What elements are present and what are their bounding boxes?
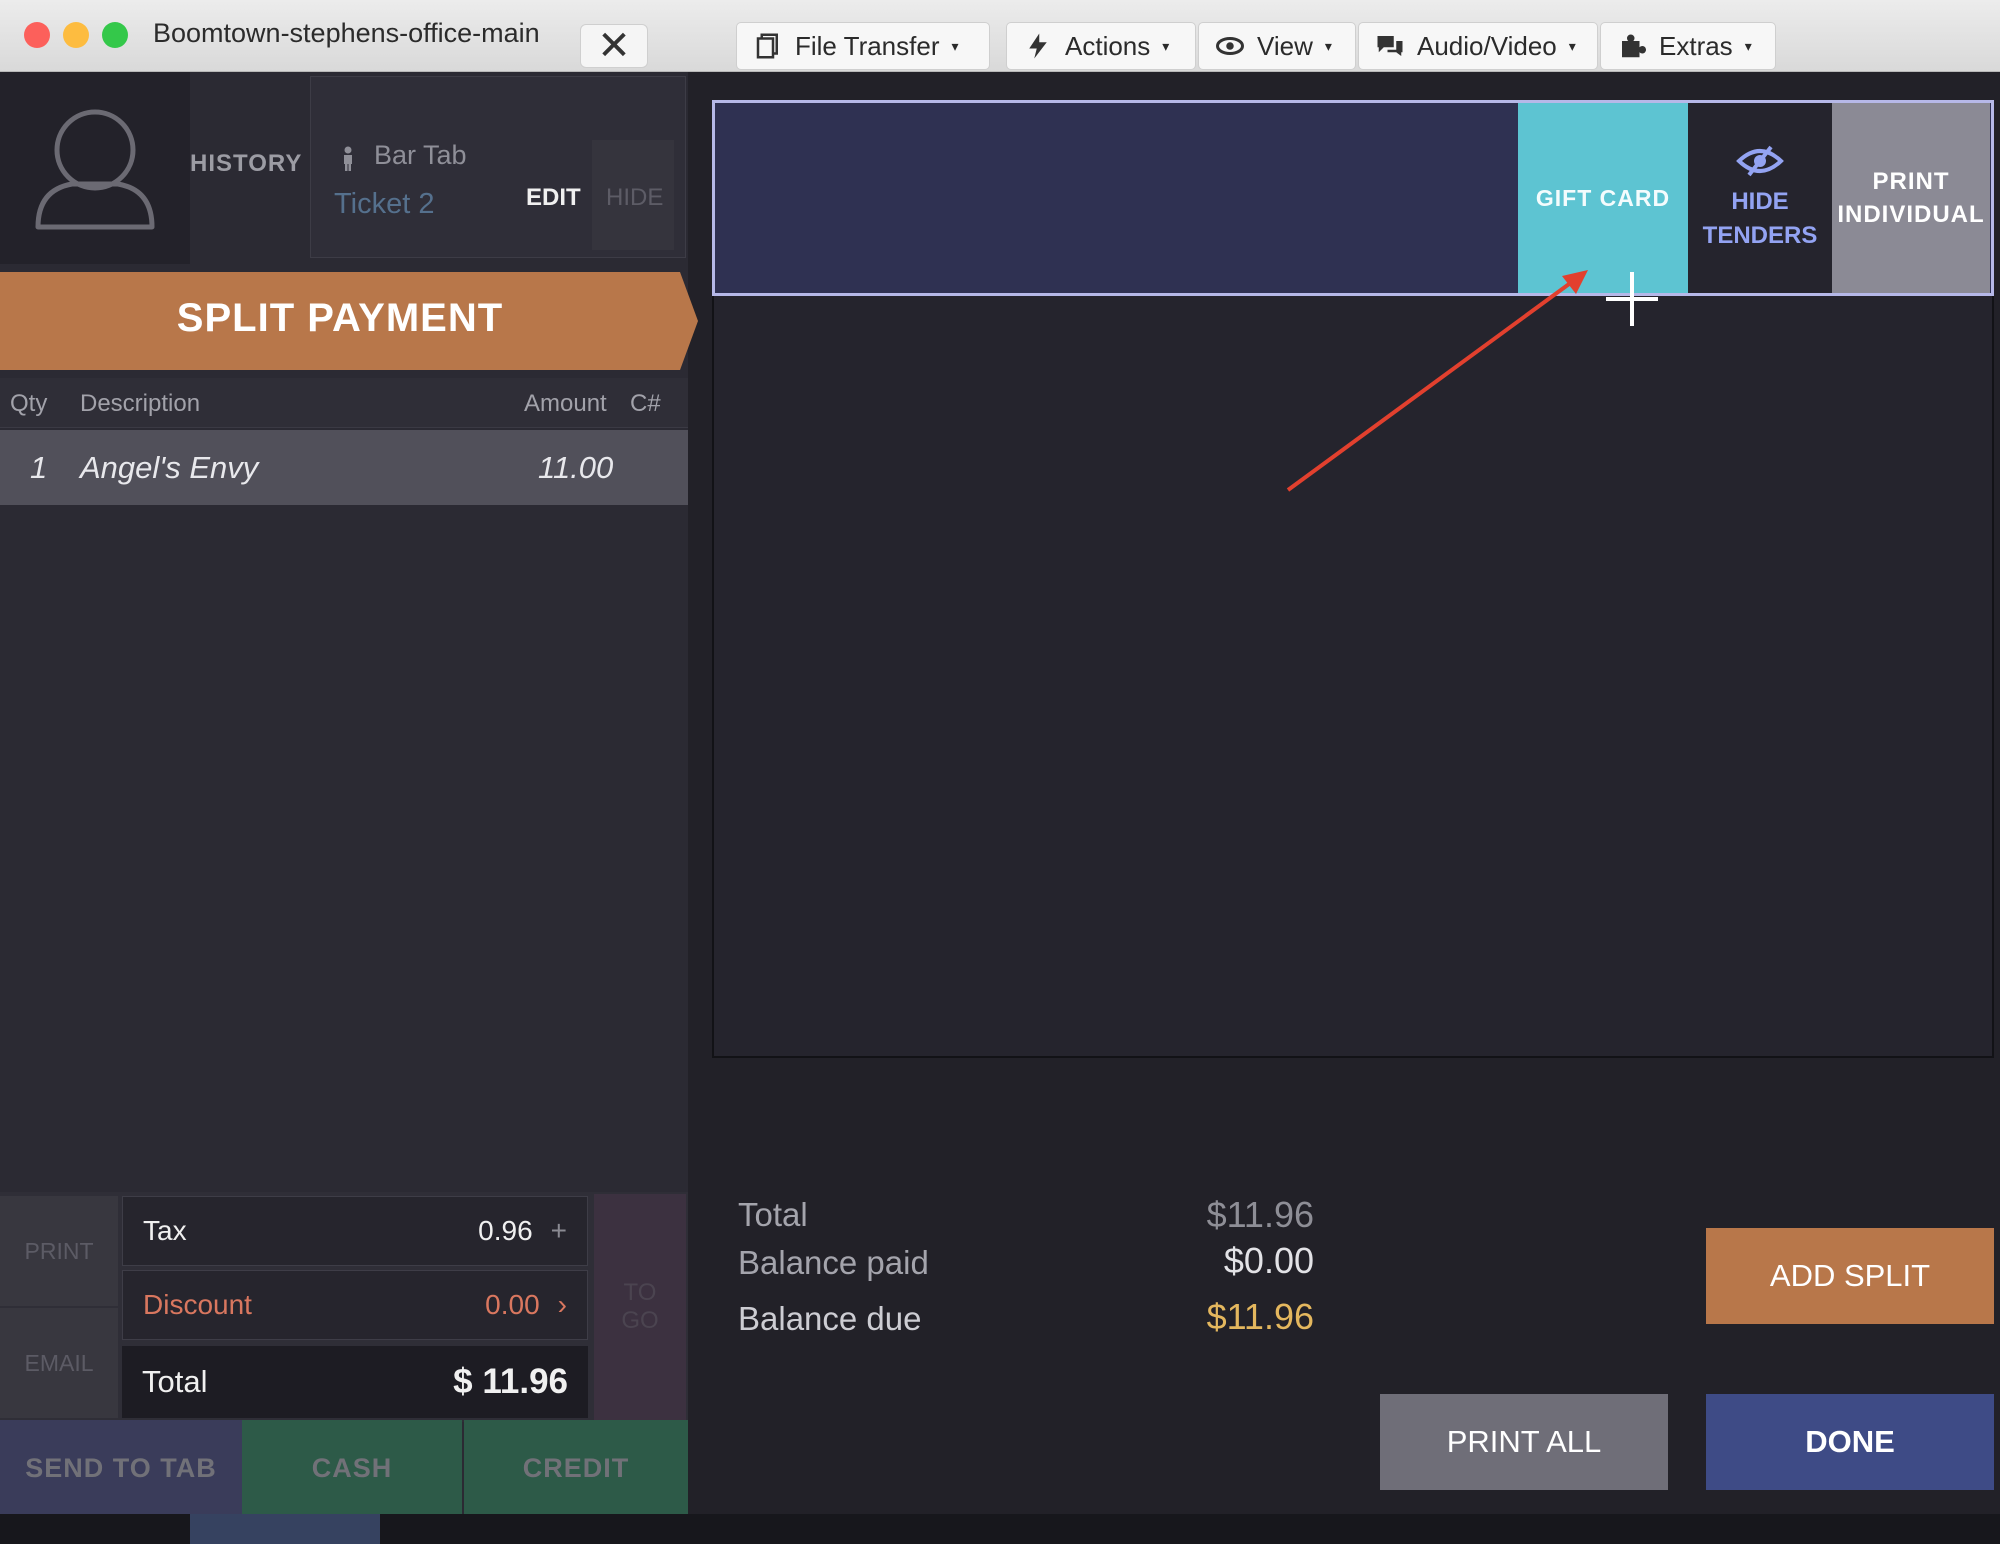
actions-label: Actions: [1065, 30, 1151, 61]
to-go-label-1: TO: [623, 1279, 657, 1306]
send-to-tab-label: SEND TO TAB: [25, 1452, 217, 1483]
view-menu[interactable]: View ▾: [1198, 22, 1356, 70]
edit-button[interactable]: EDIT: [526, 184, 581, 212]
minimize-window-button[interactable]: [63, 22, 89, 48]
chevron-right-icon[interactable]: ›: [558, 1289, 567, 1321]
actions-menu[interactable]: Actions ▾: [1006, 22, 1196, 70]
close-icon: ✕: [597, 24, 631, 68]
total-label: Total: [142, 1364, 208, 1399]
hide-tenders-label-1: HIDE: [1731, 188, 1789, 215]
print-receipt-button[interactable]: PRINT: [0, 1196, 118, 1306]
balance-paid-label: Balance paid: [738, 1244, 929, 1281]
caret-down-icon: ▾: [1568, 37, 1576, 54]
done-label: DONE: [1805, 1424, 1895, 1459]
file-transfer-label: File Transfer: [795, 30, 940, 61]
crosshair-cursor-icon: [1606, 272, 1658, 326]
item-amount: 11.00: [538, 450, 614, 485]
caret-down-icon: ▾: [1162, 37, 1170, 54]
done-button[interactable]: DONE: [1706, 1394, 1994, 1490]
email-receipt-button[interactable]: EMAIL: [0, 1308, 118, 1418]
view-label: View: [1257, 30, 1313, 61]
plus-icon[interactable]: +: [551, 1215, 567, 1247]
caret-down-icon: ▾: [951, 37, 959, 54]
split-payment-title: SPLIT PAYMENT: [176, 296, 504, 340]
add-split-button[interactable]: ADD SPLIT: [1706, 1228, 1994, 1324]
print-all-label: PRINT ALL: [1446, 1424, 1602, 1459]
credit-label: CREDIT: [522, 1452, 630, 1483]
add-split-label: ADD SPLIT: [1769, 1258, 1931, 1293]
total-row: Total $ 11.96: [122, 1346, 588, 1418]
discount-value: 0.00: [485, 1289, 540, 1320]
chat-bubbles-icon: [1377, 36, 1403, 56]
file-copy-icon: [756, 33, 778, 59]
course-header: C#: [630, 390, 661, 417]
eye-icon: [1216, 37, 1244, 55]
cash-label: CASH: [311, 1452, 393, 1483]
file-transfer-menu[interactable]: File Transfer ▾: [736, 22, 990, 70]
history-button[interactable]: HISTORY: [190, 150, 302, 178]
close-window-button[interactable]: [24, 22, 50, 48]
balance-due-value: $11.96: [1206, 1296, 1314, 1337]
lightning-icon: [1029, 33, 1047, 59]
send-to-tab-button[interactable]: SEND TO TAB: [0, 1420, 242, 1516]
balance-paid-value: $0.00: [1223, 1240, 1314, 1281]
window-title: Boomtown-stephens-office-main: [153, 18, 540, 48]
tax-label: Tax: [143, 1215, 187, 1246]
caret-down-icon: ▾: [1324, 37, 1332, 54]
extras-label: Extras: [1659, 30, 1733, 61]
discount-label: Discount: [143, 1289, 252, 1320]
credit-button[interactable]: CREDIT: [464, 1420, 688, 1516]
summary-total-value: $11.96: [1206, 1194, 1314, 1235]
qty-header: Qty: [10, 390, 48, 417]
item-description: Angel's Envy: [80, 450, 259, 485]
description-header: Description: [80, 390, 201, 417]
to-go-label-2: GO: [621, 1307, 659, 1334]
hide-label: HIDE: [606, 184, 664, 211]
balance-due-label: Balance due: [738, 1300, 922, 1337]
audio-video-menu[interactable]: Audio/Video ▾: [1358, 22, 1598, 70]
ticket-number: Ticket 2: [334, 188, 435, 220]
annotation-arrow: [1286, 270, 1588, 492]
email-label: EMAIL: [24, 1349, 94, 1376]
user-avatar-icon: [35, 109, 155, 230]
hide-tenders-label-2: TENDERS: [1702, 222, 1818, 249]
extras-menu[interactable]: Extras ▾: [1600, 22, 1776, 70]
total-value: $ 11.96: [453, 1362, 568, 1401]
eye-slash-icon: [1736, 145, 1784, 177]
print-individual-label-2: INDIVIDUAL: [1837, 201, 1985, 228]
status-bar: [0, 1514, 2000, 1544]
person-icon: [340, 146, 356, 177]
cash-button[interactable]: CASH: [242, 1420, 462, 1516]
tab-name: Bar Tab: [374, 140, 467, 170]
gift-card-label: GIFT CARD: [1535, 184, 1671, 211]
caret-down-icon: ▾: [1744, 37, 1752, 54]
item-qty: 1: [30, 450, 48, 485]
tax-row[interactable]: Tax 0.96 +: [122, 1196, 588, 1266]
print-all-button[interactable]: PRINT ALL: [1380, 1394, 1668, 1490]
zoom-window-button[interactable]: [102, 22, 128, 48]
amount-header: Amount: [524, 390, 607, 417]
disconnect-button[interactable]: ✕: [580, 24, 648, 68]
print-label: PRINT: [24, 1237, 94, 1264]
audio-video-label: Audio/Video: [1417, 30, 1557, 61]
customer-avatar-button[interactable]: [0, 72, 190, 264]
to-go-button[interactable]: TO GO: [594, 1194, 686, 1420]
puzzle-icon: [1622, 34, 1647, 58]
tax-value: 0.96: [478, 1215, 533, 1246]
print-individual-button[interactable]: PRINT INDIVIDUAL: [1832, 103, 1990, 293]
summary-total-label: Total: [738, 1196, 808, 1233]
discount-row[interactable]: Discount 0.00 ›: [122, 1270, 588, 1340]
hide-tenders-button[interactable]: HIDE TENDERS: [1688, 103, 1832, 293]
print-individual-label-1: PRINT: [1872, 168, 1950, 195]
